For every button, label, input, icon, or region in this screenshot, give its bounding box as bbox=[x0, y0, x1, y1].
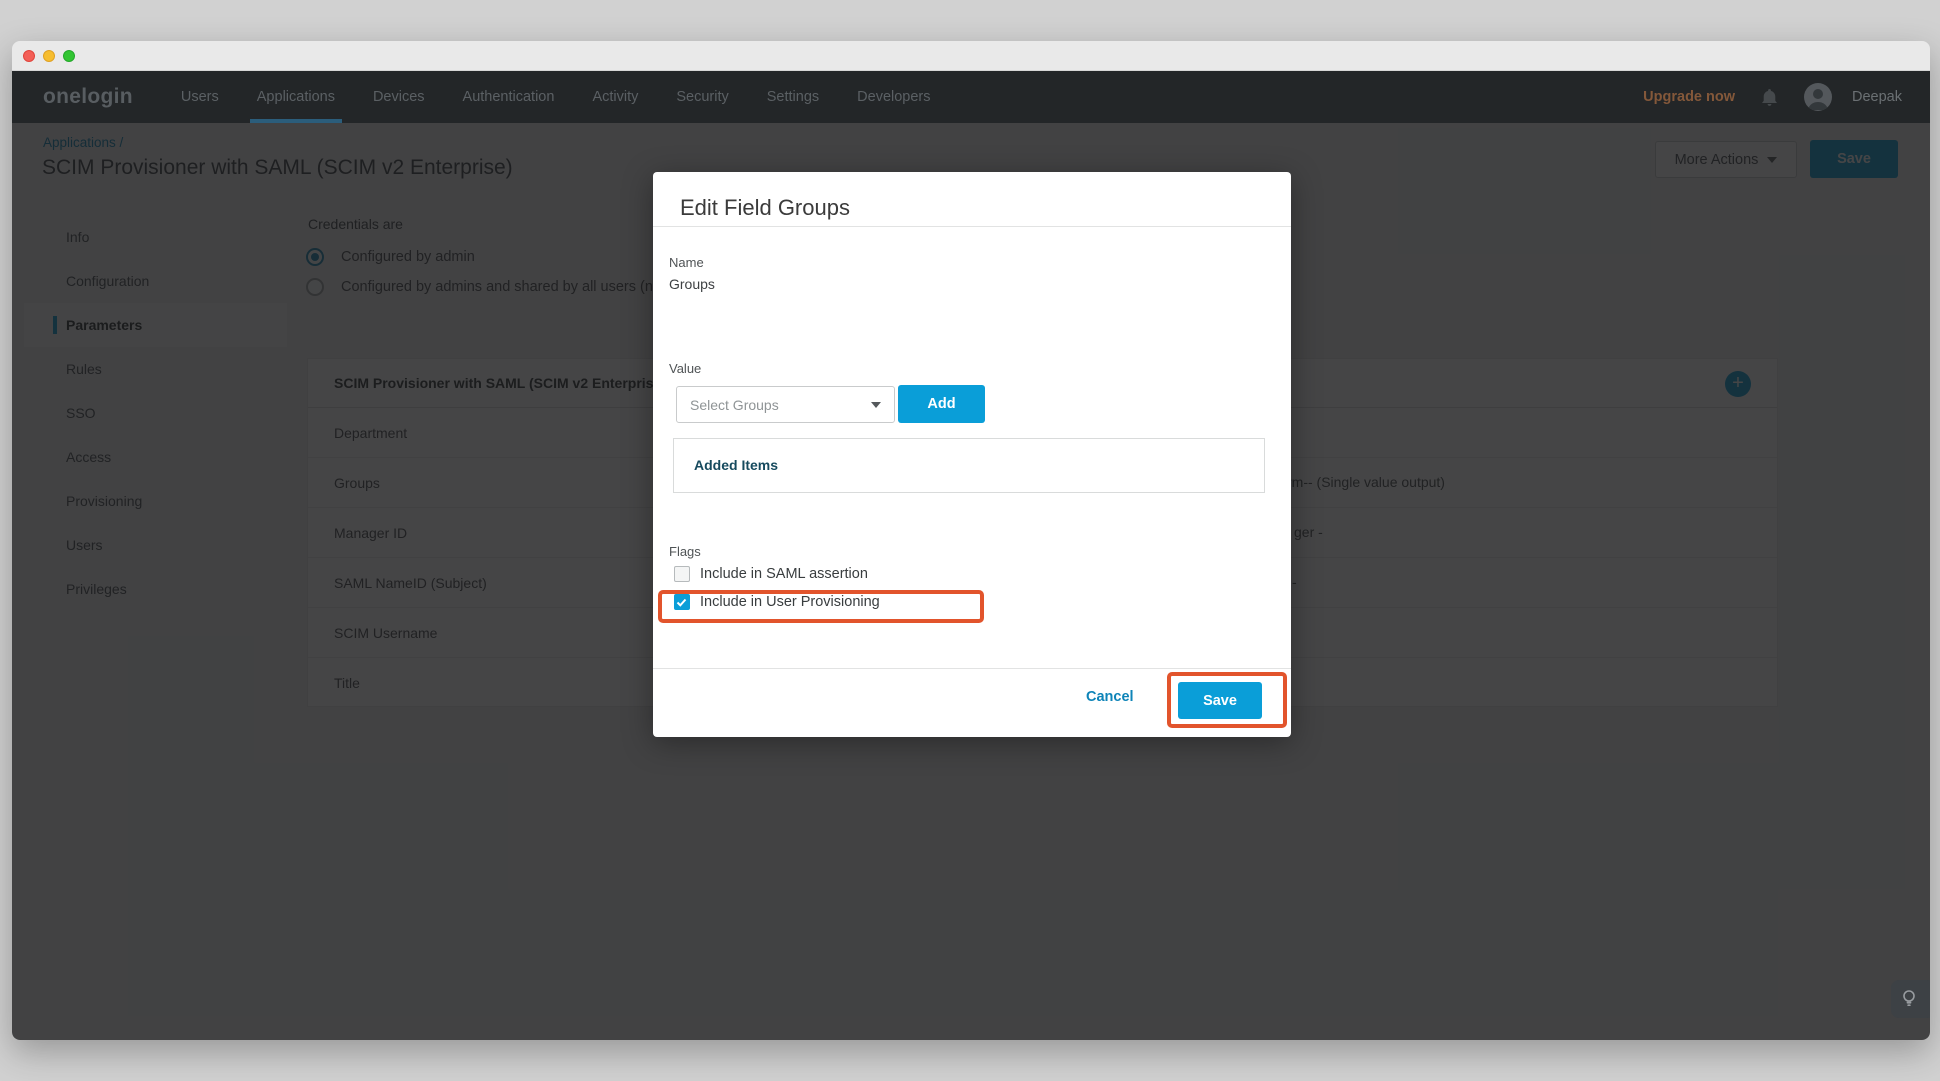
add-button[interactable]: Add bbox=[898, 385, 985, 423]
nav-item-users[interactable]: Users bbox=[181, 71, 219, 123]
onelogin-logo: onelogin bbox=[43, 85, 133, 109]
name-label: Name bbox=[669, 255, 704, 270]
checkbox-row-user-provisioning[interactable]: Include in User Provisioning bbox=[674, 594, 880, 610]
nav-right-cluster: Upgrade now Deepak bbox=[1643, 83, 1902, 111]
nav-item-activity[interactable]: Activity bbox=[592, 71, 638, 123]
screenshot-stage: onelogin Users Applications Devices Auth… bbox=[0, 0, 1940, 1081]
window-titlebar bbox=[12, 41, 1930, 71]
nav-item-developers[interactable]: Developers bbox=[857, 71, 930, 123]
divider bbox=[653, 226, 1291, 227]
user-avatar[interactable] bbox=[1804, 83, 1832, 111]
help-button[interactable] bbox=[1891, 980, 1930, 1018]
traffic-lights bbox=[23, 50, 75, 62]
name-value: Groups bbox=[669, 276, 715, 292]
checkbox-unchecked-icon[interactable] bbox=[674, 566, 690, 582]
nav-item-authentication[interactable]: Authentication bbox=[463, 71, 555, 123]
person-icon bbox=[1804, 83, 1832, 111]
divider bbox=[653, 668, 1291, 669]
zoom-window-button[interactable] bbox=[63, 50, 75, 62]
cancel-button[interactable]: Cancel bbox=[1086, 689, 1134, 705]
edit-field-groups-modal: Edit Field Groups Name Groups Value Sele… bbox=[653, 172, 1291, 737]
nav-item-applications[interactable]: Applications bbox=[257, 71, 335, 123]
close-window-button[interactable] bbox=[23, 50, 35, 62]
lightbulb-icon bbox=[1900, 988, 1918, 1010]
notifications-bell-icon[interactable] bbox=[1761, 88, 1778, 107]
checkbox-checked-icon[interactable] bbox=[674, 594, 690, 610]
nav-item-settings[interactable]: Settings bbox=[767, 71, 819, 123]
nav-item-security[interactable]: Security bbox=[676, 71, 728, 123]
nav-item-devices[interactable]: Devices bbox=[373, 71, 425, 123]
upgrade-now-link[interactable]: Upgrade now bbox=[1643, 89, 1735, 105]
user-name-label[interactable]: Deepak bbox=[1852, 89, 1902, 105]
value-label: Value bbox=[669, 361, 701, 376]
modal-title: Edit Field Groups bbox=[680, 195, 850, 221]
flags-label: Flags bbox=[669, 544, 701, 559]
select-placeholder: Select Groups bbox=[690, 397, 779, 413]
chevron-down-icon bbox=[871, 402, 881, 408]
checkbox-label: Include in User Provisioning bbox=[700, 594, 880, 610]
checkbox-row-saml-assertion[interactable]: Include in SAML assertion bbox=[674, 566, 868, 582]
added-items-label: Added Items bbox=[694, 457, 778, 473]
nav-menu: Users Applications Devices Authenticatio… bbox=[181, 71, 931, 123]
top-nav: onelogin Users Applications Devices Auth… bbox=[12, 71, 1930, 123]
minimize-window-button[interactable] bbox=[43, 50, 55, 62]
check-icon bbox=[675, 596, 688, 609]
checkbox-label: Include in SAML assertion bbox=[700, 566, 868, 582]
added-items-box: Added Items bbox=[673, 438, 1265, 493]
modal-save-button[interactable]: Save bbox=[1178, 682, 1262, 719]
groups-select-dropdown[interactable]: Select Groups bbox=[676, 386, 895, 423]
